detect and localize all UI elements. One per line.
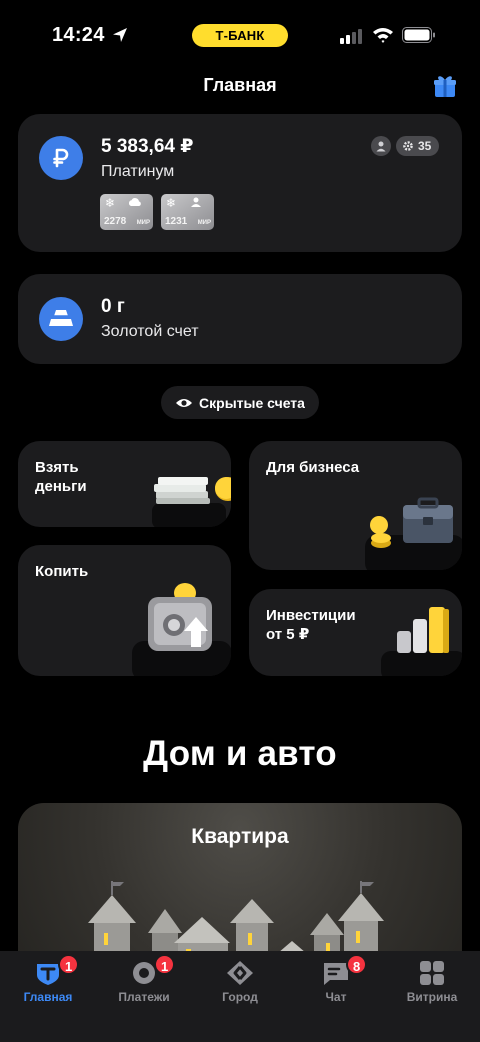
tab-label: Город xyxy=(222,990,258,1004)
wifi-icon xyxy=(373,28,393,43)
battery-icon xyxy=(402,27,435,43)
bank-pill: Т-БАНК xyxy=(192,24,288,47)
tab-label: Главная xyxy=(23,990,73,1004)
briefcase-icon xyxy=(365,497,462,570)
tile-for-business[interactable]: Для бизнеса xyxy=(249,441,462,570)
tab-badge: 8 xyxy=(346,954,368,975)
safe-icon xyxy=(132,583,231,676)
tile-label: Взять деньги xyxy=(35,459,87,495)
status-time: 14:24 xyxy=(52,24,105,46)
section-title-home-auto: Дом и авто xyxy=(143,734,337,773)
cashback-points-badge[interactable]: 35 xyxy=(396,136,440,156)
gift-icon[interactable] xyxy=(432,73,458,99)
snowflake-icon: ❄ xyxy=(166,196,177,210)
hidden-accounts-label: Скрытые счета xyxy=(199,394,305,411)
points-value: 35 xyxy=(418,139,432,153)
tab-label: Чат xyxy=(325,990,347,1004)
tile-borrow-money[interactable]: Взять деньги xyxy=(18,441,231,527)
tab-label: Платежи xyxy=(118,990,170,1004)
cellular-signal-icon xyxy=(340,29,362,44)
account-card-gold[interactable]: 0 г Золотой счет xyxy=(18,274,462,364)
person-icon xyxy=(191,197,201,207)
money-stack-icon xyxy=(152,477,231,527)
ruble-icon xyxy=(39,136,83,180)
status-bar: 14:24 Т-БАНК xyxy=(0,0,480,70)
owner-badge-icon xyxy=(371,136,391,156)
tab-showcase[interactable]: Витрина xyxy=(384,951,480,1011)
city-icon xyxy=(227,961,253,985)
tile-investments[interactable]: Инвестиции от 5 ₽ xyxy=(249,589,462,676)
eye-icon xyxy=(176,398,193,407)
tab-home[interactable]: 1 Главная xyxy=(0,951,96,1011)
gear-icon xyxy=(403,141,413,151)
gold-bar-icon xyxy=(39,297,83,341)
snowflake-icon: ❄ xyxy=(105,196,116,210)
card-last-digits: 1231 xyxy=(165,216,188,227)
tile-save-money[interactable]: Копить xyxy=(18,545,231,676)
card-last-digits: 2278 xyxy=(104,216,127,227)
account-name: Платинум xyxy=(101,163,175,180)
bank-card-thumbnail[interactable]: ❄ 2278 МИР xyxy=(100,194,153,230)
account-card-platinum[interactable]: 5 383,64 ₽ Платинум 35 ❄ 2278 МИР ❄ 1231… xyxy=(18,114,462,252)
promo-title: Квартира xyxy=(191,825,289,848)
hidden-accounts-button[interactable]: Скрытые счета xyxy=(161,386,319,419)
page-title: Главная xyxy=(203,75,277,95)
tile-label: Инвестиции от 5 ₽ xyxy=(266,607,356,643)
tile-label: Для бизнеса xyxy=(266,459,360,476)
bank-card-thumbnail[interactable]: ❄ 1231 МИР xyxy=(161,194,214,230)
cloud-icon xyxy=(128,198,141,206)
account-balance: 5 383,64 ₽ xyxy=(101,136,194,157)
tab-badge: 1 xyxy=(58,954,80,975)
tab-label: Витрина xyxy=(406,990,458,1004)
tab-payments[interactable]: 1 Платежи xyxy=(96,951,192,1011)
tile-label: Копить xyxy=(35,563,89,580)
account-balance: 0 г xyxy=(101,296,125,317)
card-system-label: МИР xyxy=(136,220,150,226)
tab-chat[interactable]: 8 Чат xyxy=(288,951,384,1011)
location-arrow-icon xyxy=(113,28,127,42)
showcase-icon xyxy=(420,961,444,985)
tab-badge: 1 xyxy=(154,954,176,975)
investment-bars-icon xyxy=(381,607,462,676)
tab-city[interactable]: Город xyxy=(192,951,288,1011)
card-system-label: МИР xyxy=(197,220,211,226)
tab-bar: 1 Главная 1 Платежи Город 8 Чат Витрина xyxy=(0,951,480,1042)
account-name: Золотой счет xyxy=(101,323,199,340)
